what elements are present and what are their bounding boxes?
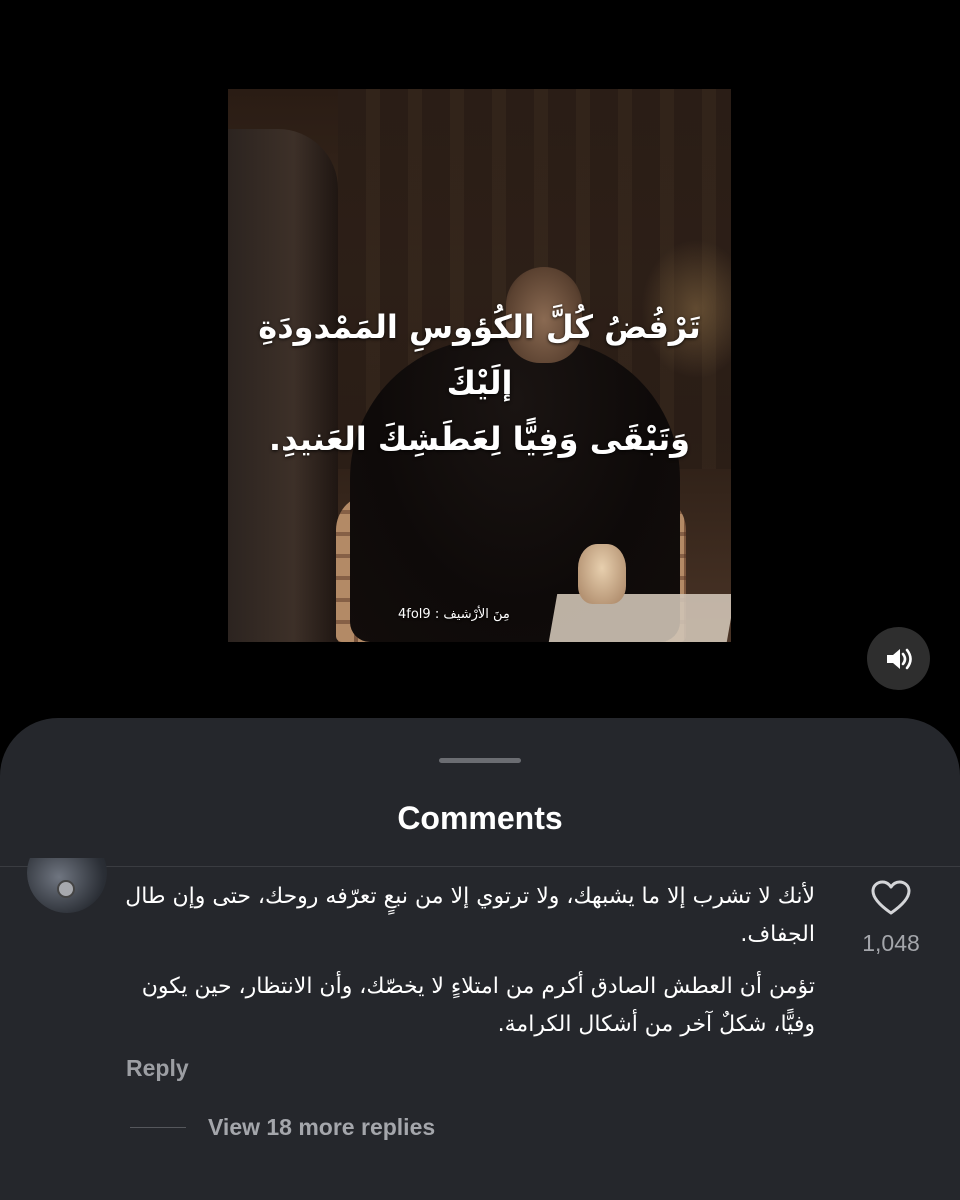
sheet-drag-handle[interactable] — [439, 758, 521, 763]
comment-like[interactable]: 1,048 — [855, 880, 927, 957]
video-figurine — [578, 544, 626, 604]
view-more-replies-label: View 18 more replies — [208, 1114, 436, 1140]
video-caption: تَرْفُضُ كُلَّ الكُؤوسِ المَمْدودَةِ إلَ… — [228, 299, 731, 467]
reel-video[interactable]: تَرْفُضُ كُلَّ الكُؤوسِ المَمْدودَةِ إلَ… — [228, 89, 731, 642]
like-count: 1,048 — [862, 930, 920, 956]
comments-sheet: Comments لأنك لا تشرب إلا ما يشبهك، ولا … — [0, 718, 960, 1200]
avatar-watch-detail — [57, 880, 75, 898]
video-caption-line-2: وَتَبْقَى وَفِيًّا لِعَطَشِكَ العَنيدِ. — [268, 420, 691, 458]
sheet-divider — [0, 866, 960, 867]
replies-divider-line — [130, 1127, 186, 1128]
video-papers — [548, 594, 731, 642]
view-more-replies-button[interactable]: View 18 more replies — [130, 1114, 435, 1141]
comment-paragraph-1: لأنك لا تشرب إلا ما يشبهك، ولا ترتوي إلا… — [125, 884, 815, 947]
comment-text: لأنك لا تشرب إلا ما يشبهك، ولا ترتوي إلا… — [125, 878, 815, 1058]
sound-toggle-button[interactable] — [867, 627, 930, 690]
heart-icon[interactable] — [871, 880, 911, 916]
comments-title: Comments — [397, 800, 563, 836]
video-caption-line-1: تَرْفُضُ كُلَّ الكُؤوسِ المَمْدودَةِ إلَ… — [258, 308, 701, 402]
video-watermark: مِنَ الأرْشيف : 4fol9 — [398, 607, 510, 622]
speaker-on-icon — [886, 648, 912, 669]
reply-button[interactable]: Reply — [126, 1055, 189, 1082]
comment-avatar[interactable] — [27, 858, 107, 913]
comment-paragraph-2: تؤمن أن العطش الصادق أكرم من امتلاءٍ لا … — [141, 974, 815, 1037]
